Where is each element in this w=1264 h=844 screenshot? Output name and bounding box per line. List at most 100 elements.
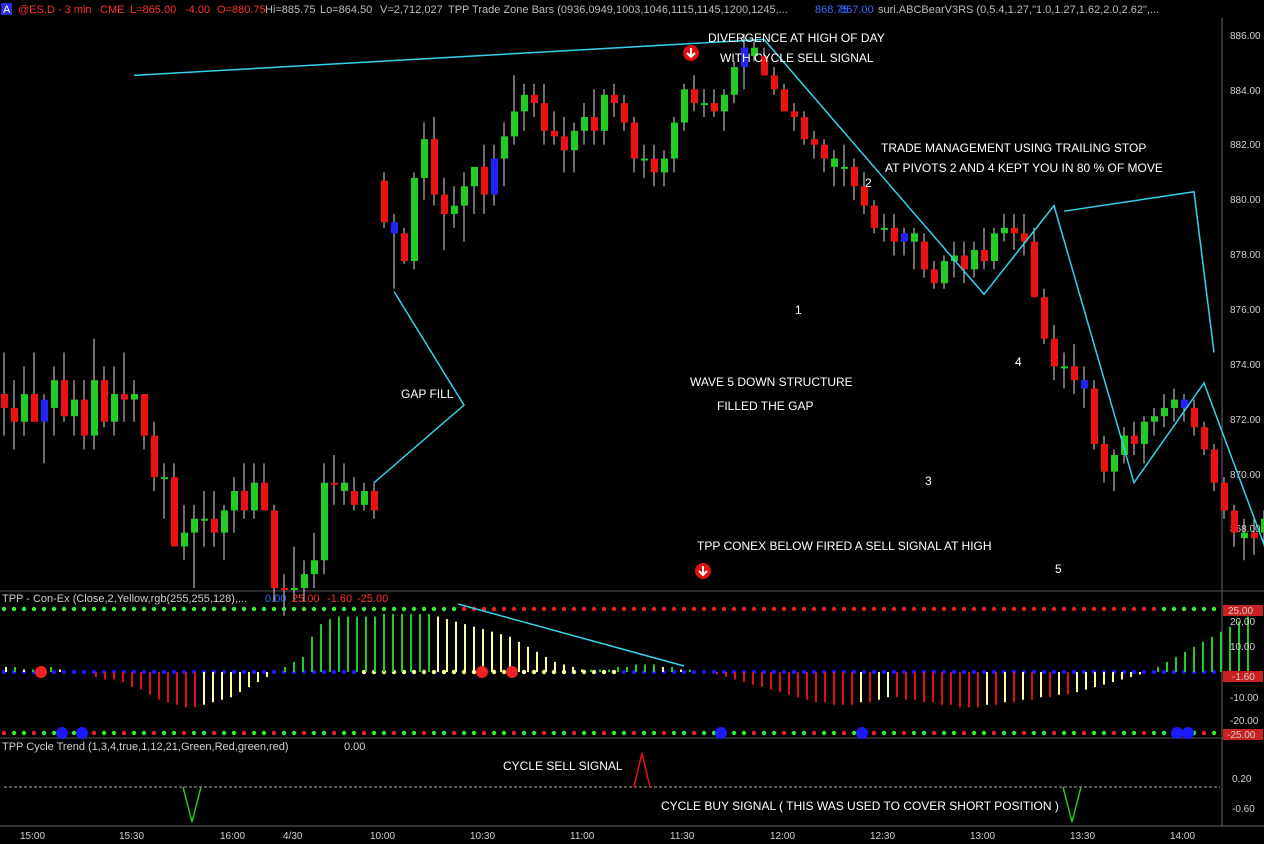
conex-lower-dot bbox=[511, 730, 517, 736]
candle-body bbox=[11, 407, 18, 422]
candle-body bbox=[21, 394, 28, 422]
conex-zero-dot bbox=[891, 669, 897, 675]
price-tick: 872.00 bbox=[1230, 415, 1261, 426]
conex-upper-dot bbox=[101, 606, 107, 612]
wave5-label: WAVE 5 DOWN STRUCTURE bbox=[690, 375, 853, 389]
candle-body bbox=[731, 67, 738, 95]
candle-body bbox=[991, 233, 998, 262]
candle bbox=[331, 455, 338, 505]
candle-body bbox=[551, 130, 558, 137]
candle bbox=[941, 255, 948, 289]
candle-body bbox=[1011, 227, 1018, 234]
conex-upper-dot bbox=[661, 606, 667, 612]
candle bbox=[1051, 324, 1058, 381]
candle-body bbox=[891, 227, 898, 242]
conex-upper-dot bbox=[1001, 606, 1007, 612]
candle-body bbox=[831, 158, 838, 167]
conex-upper-dot bbox=[311, 606, 317, 612]
conex-zero-dot bbox=[701, 669, 707, 675]
trendline-trailing-stop bbox=[1063, 190, 1215, 353]
divergence-label: WITH CYCLE SELL SIGNAL bbox=[720, 51, 874, 65]
conex-lower-dot bbox=[741, 730, 747, 736]
conex-lower-dot bbox=[21, 730, 27, 736]
conex-upper-dot bbox=[681, 606, 687, 612]
low-price: Lo=864.50 bbox=[320, 4, 372, 16]
candle bbox=[651, 144, 658, 187]
conex-upper-dot bbox=[771, 606, 777, 612]
candle-body bbox=[1191, 407, 1198, 428]
conex-lower-dot bbox=[241, 730, 247, 736]
conex-lower-dot bbox=[1051, 730, 1057, 736]
conex-lower-dot bbox=[301, 730, 307, 736]
candle bbox=[701, 89, 708, 117]
candle-body bbox=[381, 180, 388, 223]
candle bbox=[561, 116, 568, 173]
candle bbox=[731, 61, 738, 104]
conex-lower-dot bbox=[321, 730, 327, 736]
candle bbox=[681, 83, 688, 131]
candle bbox=[501, 122, 508, 187]
candle bbox=[441, 177, 448, 250]
candle bbox=[61, 352, 68, 422]
conex-upper-dot bbox=[1151, 606, 1157, 612]
candle bbox=[471, 166, 478, 214]
candle-body bbox=[901, 233, 908, 242]
candle bbox=[1171, 388, 1178, 422]
conex-lower-dot bbox=[901, 730, 907, 736]
candle-body bbox=[1161, 407, 1168, 417]
symbol-badge-label: A bbox=[3, 4, 11, 16]
candle-body bbox=[521, 94, 528, 112]
candle bbox=[431, 116, 438, 206]
conex-lower-dot bbox=[971, 730, 977, 736]
candle bbox=[851, 158, 858, 201]
conex-lower-dot bbox=[801, 730, 807, 736]
conex-lower-dot bbox=[621, 730, 627, 736]
candle bbox=[691, 75, 698, 112]
trendline-divergence-upper bbox=[133, 38, 765, 77]
conex-upper-dot bbox=[391, 606, 397, 612]
candle-body bbox=[511, 111, 518, 137]
candle bbox=[181, 504, 188, 561]
candle bbox=[161, 463, 168, 519]
candle bbox=[201, 491, 208, 547]
candle-body bbox=[1171, 399, 1178, 408]
conex-marker-dot bbox=[56, 727, 68, 739]
conex-lower-dot bbox=[91, 730, 97, 736]
candle bbox=[1041, 288, 1048, 345]
candle-body bbox=[911, 233, 918, 242]
conex-lower-dot bbox=[271, 730, 277, 736]
candle bbox=[221, 504, 228, 561]
conex-lower-dot bbox=[751, 730, 757, 736]
conex-zero-dot bbox=[51, 669, 57, 675]
conex-lower-dot bbox=[541, 730, 547, 736]
conex-marker-dot bbox=[1182, 727, 1194, 739]
conex-lower-dot bbox=[941, 730, 947, 736]
candle-body bbox=[1071, 366, 1078, 381]
conex-lower-dot bbox=[831, 730, 837, 736]
candle-body bbox=[131, 394, 138, 400]
conex-upper-dot bbox=[831, 606, 837, 612]
candle bbox=[371, 482, 378, 519]
conex-lower-dot bbox=[401, 730, 407, 736]
conex-lower-dot bbox=[181, 730, 187, 736]
conex-lower-dot bbox=[661, 730, 667, 736]
candle-body bbox=[1041, 297, 1048, 339]
conex-lower-dot bbox=[451, 730, 457, 736]
candle bbox=[611, 83, 618, 117]
conex-upper-dot bbox=[971, 606, 977, 612]
candle-body bbox=[401, 233, 408, 262]
conex-upper-dot bbox=[621, 606, 627, 612]
candle bbox=[1151, 407, 1158, 436]
candle bbox=[271, 504, 278, 602]
candle-body bbox=[91, 380, 98, 436]
candle-body bbox=[881, 227, 888, 230]
conex-lower-dot bbox=[251, 730, 257, 736]
conex-upper-dot bbox=[381, 606, 387, 612]
candle bbox=[171, 463, 178, 547]
conex-lower-dot bbox=[921, 730, 927, 736]
conex-zero-dot bbox=[241, 669, 247, 675]
conex-lower-dot bbox=[991, 730, 997, 736]
conex-lower-dot bbox=[161, 730, 167, 736]
study2-title: suri.ABCBearV3RS (0,5.4,1.27,"1.0,1.27,1… bbox=[878, 4, 1159, 16]
candle-body bbox=[1131, 435, 1138, 444]
